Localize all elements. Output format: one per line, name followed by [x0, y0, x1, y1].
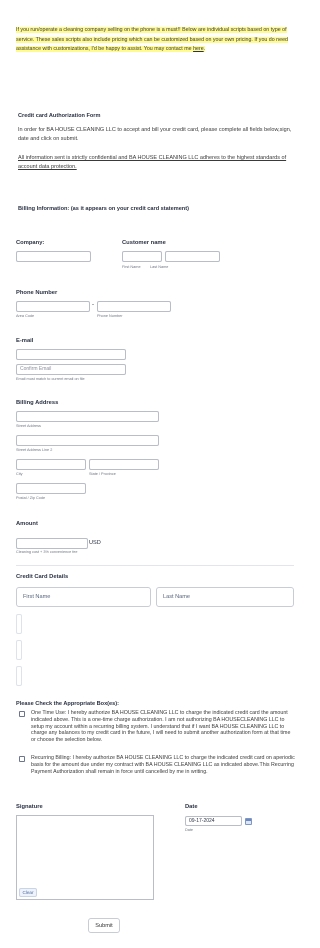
- phone-dash: -: [92, 302, 94, 308]
- area-code-input[interactable]: [16, 301, 90, 312]
- billing-info-title: Billing Information: (as it appears on y…: [18, 206, 189, 212]
- one-time-use-checkbox[interactable]: [19, 711, 25, 717]
- recurring-billing-text: Recurring Billing: I hereby authorize BA…: [31, 755, 295, 775]
- signature-label: Signature: [16, 804, 43, 810]
- auth-form-body: In order for BA HOUSE CLEANING LLC to ac…: [18, 127, 292, 142]
- email-note: Email must match to current email on fil…: [16, 377, 85, 381]
- recurring-billing-checkbox[interactable]: [19, 756, 25, 762]
- phone-label: Phone Number: [16, 290, 58, 296]
- phone-number-input[interactable]: [97, 301, 171, 312]
- customer-last-name-input[interactable]: [165, 251, 220, 262]
- street-address-2-input[interactable]: [16, 435, 159, 446]
- street-address-sublabel: Street Address: [16, 424, 41, 428]
- intro-end: .: [203, 46, 206, 53]
- city-sublabel: City: [16, 472, 23, 476]
- card-number-field[interactable]: [16, 614, 22, 634]
- section-divider: [16, 565, 294, 566]
- billing-address-label: Billing Address: [16, 400, 59, 406]
- date-input[interactable]: 09-17-2024: [185, 816, 242, 826]
- company-label: Company:: [16, 240, 45, 246]
- submit-button[interactable]: Submit: [88, 918, 120, 933]
- date-label: Date: [185, 804, 198, 810]
- clear-signature-button[interactable]: Clear: [19, 888, 37, 897]
- signature-pad[interactable]: [16, 815, 154, 900]
- first-name-sublabel: First Name: [122, 265, 141, 269]
- company-input[interactable]: [16, 251, 91, 262]
- amount-currency: USD: [89, 540, 101, 546]
- amount-note: Cleaning cost + 3% convenience fee: [16, 550, 78, 554]
- calendar-icon[interactable]: [245, 818, 252, 825]
- zip-input[interactable]: [16, 483, 86, 494]
- customer-name-label: Customer name: [122, 240, 166, 246]
- street-address-input[interactable]: [16, 411, 159, 422]
- confidentiality-note: All information sent is strictly confide…: [18, 155, 287, 170]
- one-time-use-text: One Time Use: I hereby authorize BA HOUS…: [31, 710, 291, 744]
- state-sublabel: State / Province: [89, 472, 116, 476]
- card-expiry-field[interactable]: [16, 640, 22, 660]
- date-sublabel: Date: [185, 828, 194, 832]
- state-input[interactable]: [89, 459, 159, 470]
- confirm-email-input[interactable]: Confirm Email: [16, 364, 126, 375]
- intro-text: If you run/operate a cleaning company se…: [16, 26, 298, 55]
- zip-sublabel: Postal / Zip Code: [16, 496, 46, 500]
- email-input[interactable]: [16, 349, 126, 360]
- auth-form-title: Credit card Authorization Form: [18, 113, 101, 119]
- street-address-2-sublabel: Street Address Line 2: [16, 448, 53, 452]
- customer-first-name-input[interactable]: [122, 251, 162, 262]
- last-name-sublabel: Last Name: [150, 265, 169, 269]
- phone-number-sublabel: Phone Number: [97, 314, 123, 318]
- amount-input[interactable]: [16, 538, 88, 549]
- intro-body: If you run/operate a cleaning company se…: [16, 27, 288, 53]
- area-code-sublabel: Area Code: [16, 314, 35, 318]
- card-cvv-field[interactable]: [16, 666, 22, 686]
- contact-link[interactable]: here: [193, 46, 204, 52]
- amount-label: Amount: [16, 521, 38, 527]
- city-input[interactable]: [16, 459, 86, 470]
- email-label: E-mail: [16, 338, 34, 344]
- card-details-label: Credit Card Details: [16, 574, 69, 580]
- checkbox-group-label: Please Check the Appropriate Box(es):: [16, 701, 119, 707]
- card-last-name-input[interactable]: Last Name: [156, 587, 294, 607]
- card-first-name-input[interactable]: First Name: [16, 587, 151, 607]
